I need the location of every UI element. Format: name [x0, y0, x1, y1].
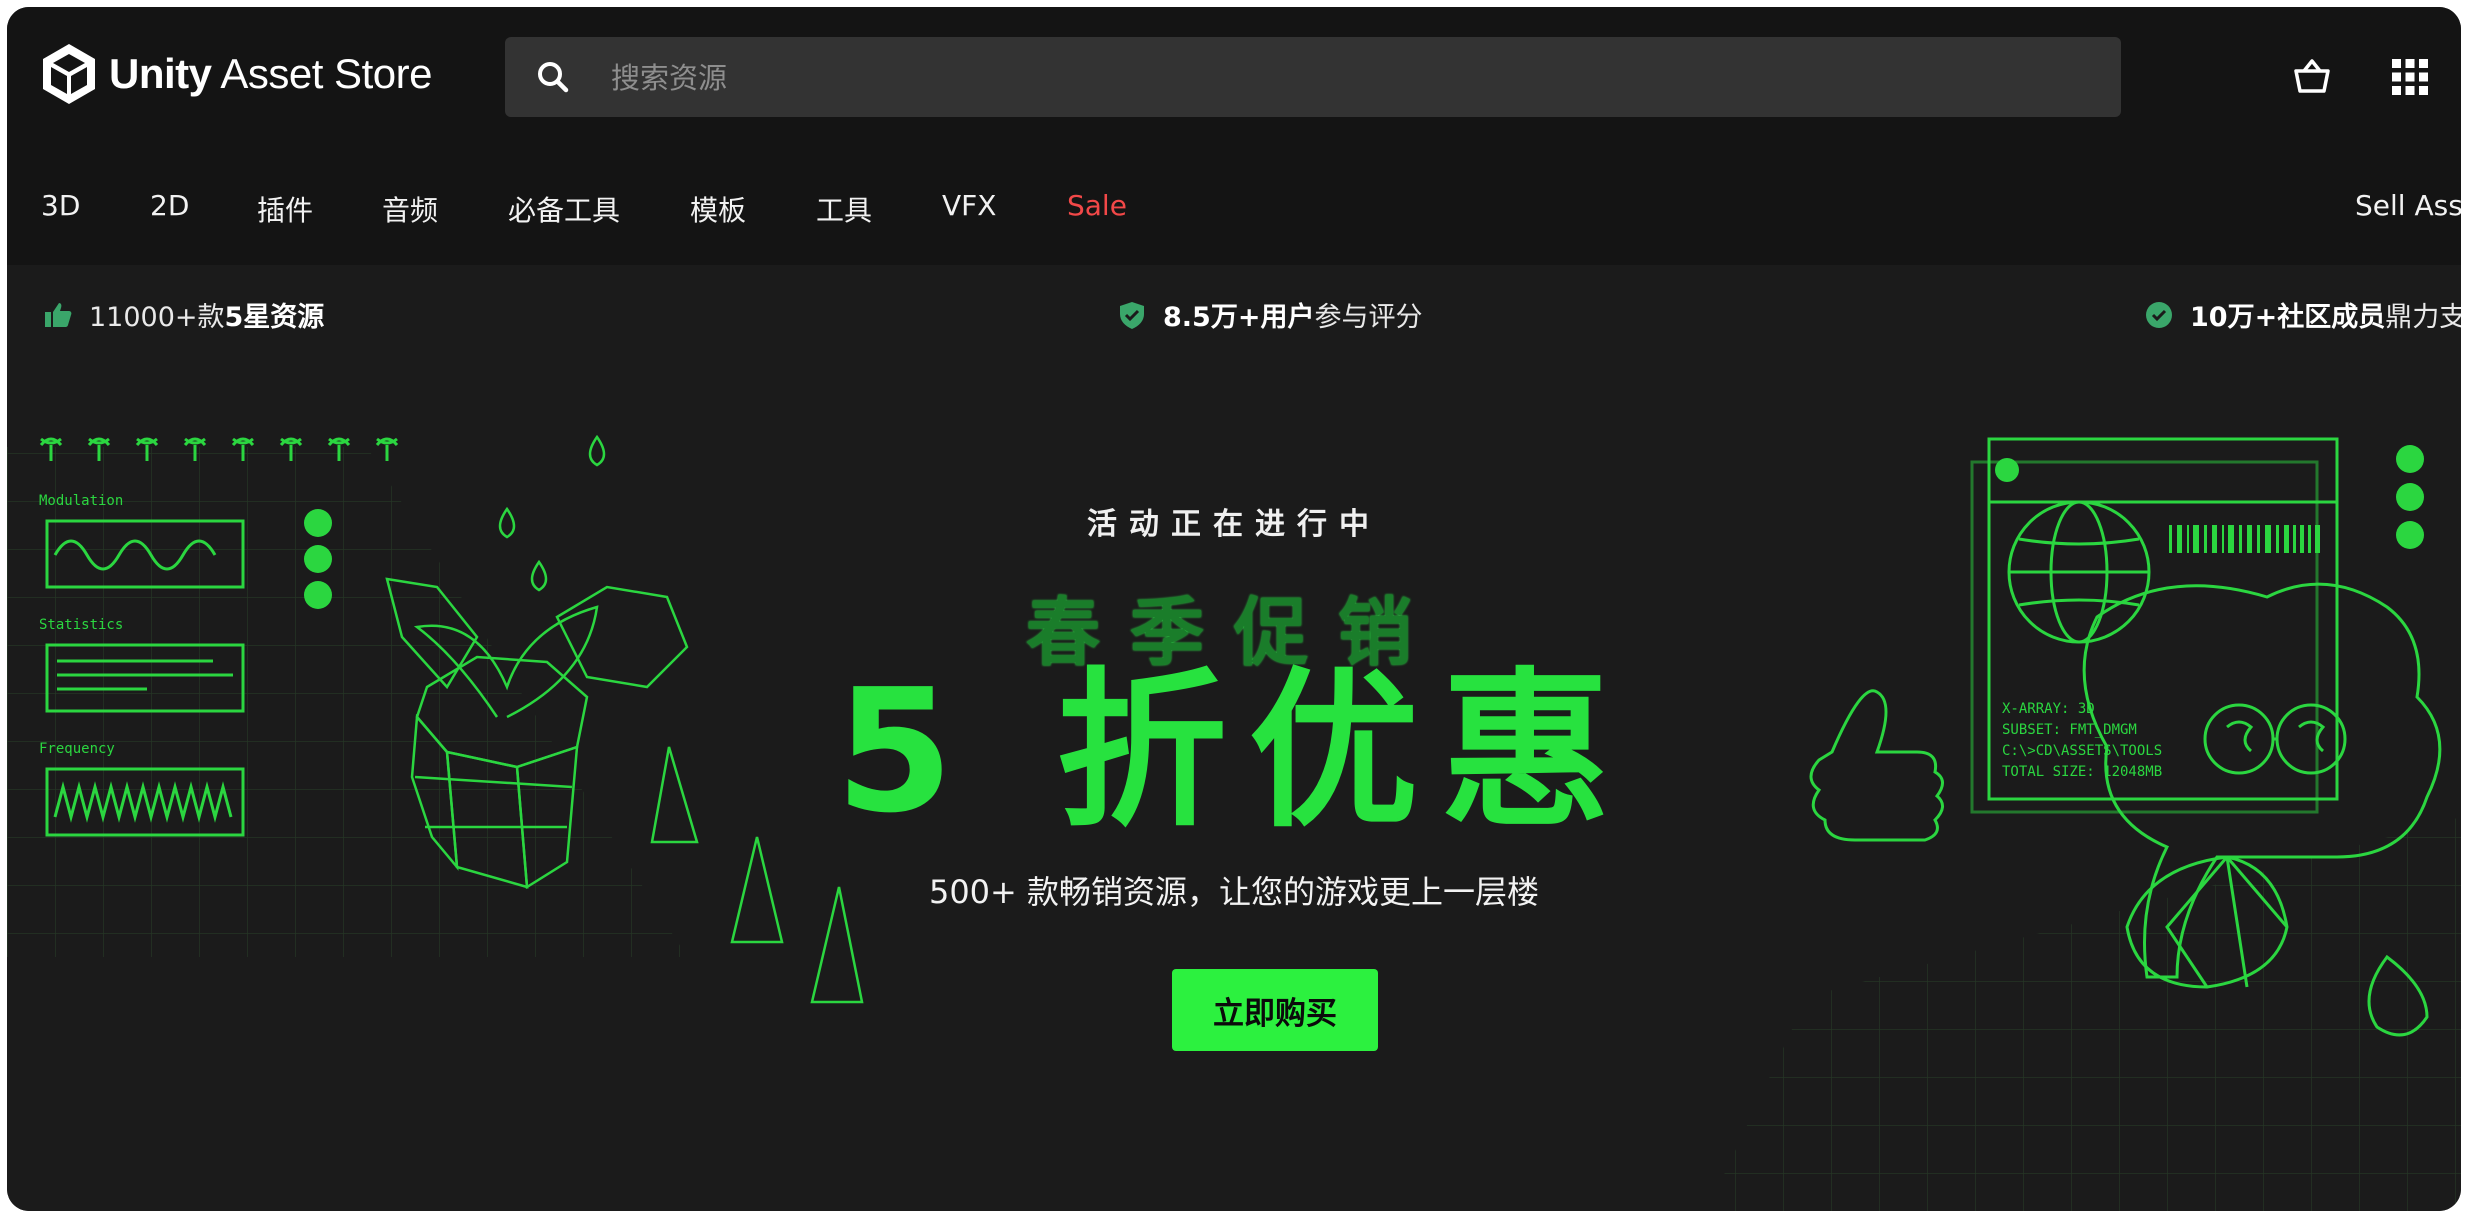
page-frame: Unity Asset Store 3D 2D 插件 音频 必备工具 模板 工具…	[7, 7, 2461, 1211]
nav-item-2d[interactable]: 2D	[150, 189, 189, 222]
shield-check-icon	[1120, 301, 1144, 329]
trust-text-bold: 8.5万+用户	[1163, 302, 1315, 333]
hero-banner: Modulation Statistics Frequency X-ARRAY:…	[7, 357, 2461, 1211]
trust-item-community: 10万+社区成员 鼎力支	[2144, 295, 2461, 334]
trust-text-pre: 11000+款	[89, 302, 225, 333]
basket-icon[interactable]	[2290, 55, 2334, 99]
search-input[interactable]	[609, 37, 2093, 119]
nav-item-tools[interactable]: 工具	[816, 189, 872, 229]
trust-text-bold: 5星资源	[224, 302, 325, 333]
unity-cube-icon	[43, 44, 95, 104]
logo-wordmark: Unity Asset Store	[109, 50, 432, 97]
trust-text-bold: 10万+社区成员	[2190, 302, 2386, 333]
trust-text-post: 参与评分	[1314, 302, 1423, 333]
check-circle-icon	[2146, 301, 2172, 328]
trust-bar: 11000+款 5星资源 8.5万+用户 参与评分 10万+社区成员 鼎力支	[7, 265, 2461, 357]
grid-icon[interactable]	[2390, 57, 2430, 97]
hero-subline: 500+ 款畅销资源，让您的游戏更上一层楼	[928, 873, 1540, 911]
search-bar[interactable]	[505, 37, 2121, 119]
trust-item-rated-assets: 11000+款 5星资源	[43, 295, 324, 334]
hero-eyebrow: 活动正在进行中	[1087, 507, 1381, 542]
thumbs-up-icon	[45, 302, 72, 327]
nav-item-sale[interactable]: Sale	[1067, 189, 1127, 222]
category-nav: 3D 2D 插件 音频 必备工具 模板 工具 VFX Sale Sell Ass	[7, 153, 2461, 265]
search-icon[interactable]	[535, 59, 571, 95]
sell-assets-link[interactable]: Sell Ass	[2355, 189, 2461, 222]
nav-item-3d[interactable]: 3D	[41, 189, 80, 222]
nav-item-vfx[interactable]: VFX	[942, 189, 996, 222]
trust-text-post: 鼎力支	[2385, 302, 2461, 333]
top-bar: Unity Asset Store	[7, 7, 2461, 153]
unity-logo[interactable]: Unity Asset Store	[39, 42, 432, 106]
nav-item-plugins[interactable]: 插件	[257, 189, 313, 229]
nav-item-templates[interactable]: 模板	[690, 189, 746, 229]
nav-item-audio[interactable]: 音频	[382, 189, 438, 229]
hero-discount: 5 折优惠	[835, 653, 1633, 851]
buy-now-button[interactable]: 立即购买	[1172, 969, 1378, 1051]
trust-item-ratings: 8.5万+用户 参与评分	[1117, 295, 1422, 334]
nav-item-essentials[interactable]: 必备工具	[508, 189, 620, 229]
